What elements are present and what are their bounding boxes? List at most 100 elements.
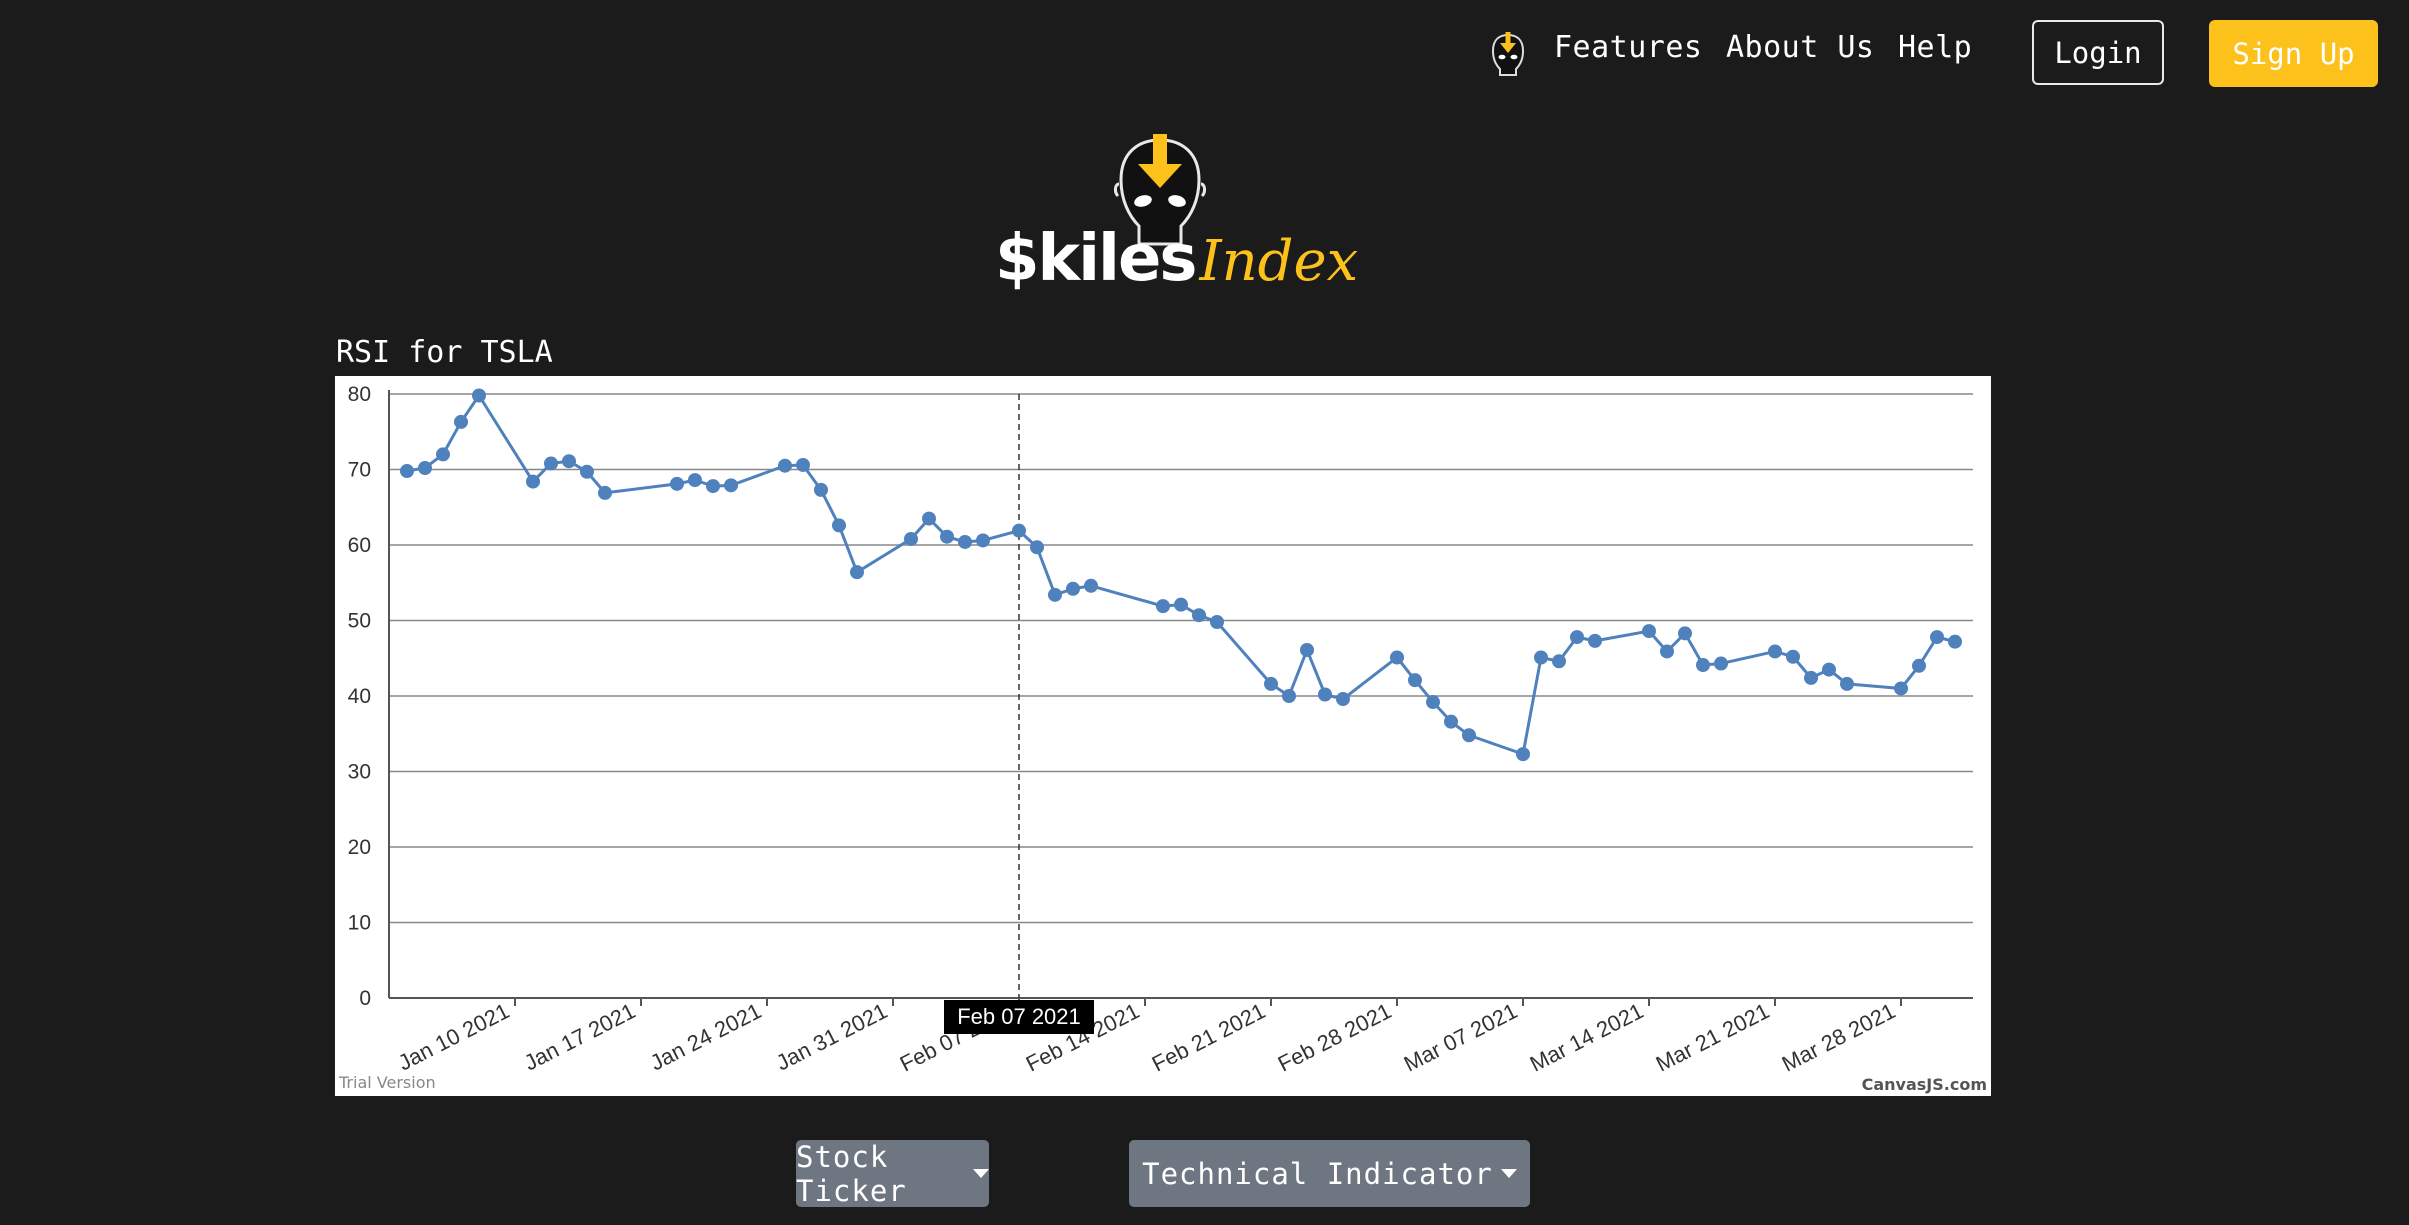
canvasjs-credit-link[interactable]: CanvasJS.com	[1862, 1075, 1987, 1094]
data-point[interactable]	[1012, 523, 1026, 538]
data-point[interactable]	[526, 474, 540, 489]
y-tick-label: 10	[348, 912, 371, 935]
data-point[interactable]	[400, 464, 414, 479]
data-point[interactable]	[544, 456, 558, 471]
data-point[interactable]	[1048, 587, 1062, 602]
data-point[interactable]	[1282, 689, 1296, 703]
caret-down-icon	[973, 1169, 989, 1178]
data-point[interactable]	[1840, 676, 1854, 691]
data-point[interactable]	[436, 447, 450, 462]
y-tick-label: 40	[348, 685, 371, 708]
data-point[interactable]	[1516, 747, 1530, 762]
data-point[interactable]	[1030, 540, 1044, 555]
data-point[interactable]	[1912, 658, 1926, 673]
data-point[interactable]	[1552, 654, 1566, 669]
data-point[interactable]	[1588, 633, 1602, 648]
crosshair-label: Feb 07 2021	[957, 1004, 1081, 1029]
data-point[interactable]	[850, 565, 864, 580]
data-point[interactable]	[1084, 578, 1098, 593]
avatar-logo-icon[interactable]	[1486, 29, 1530, 79]
stock-ticker-dropdown[interactable]: Stock Ticker	[796, 1139, 989, 1208]
y-tick-label: 80	[348, 383, 371, 406]
data-point[interactable]	[1408, 673, 1422, 688]
x-tick-label: Feb 21 2021	[1148, 998, 1269, 1076]
data-point[interactable]	[706, 479, 720, 494]
data-point[interactable]	[796, 457, 810, 472]
data-point[interactable]	[940, 529, 954, 544]
technical-indicator-dropdown[interactable]: Technical Indicator	[1129, 1140, 1530, 1207]
stock-ticker-label: Stock Ticker	[796, 1139, 907, 1208]
x-tick-label: Mar 28 2021	[1778, 998, 1899, 1076]
chart-container[interactable]: 0 10 20 30 40 50 60 70 80 Jan 10 2021 Jan 17 2021 J…	[335, 376, 1991, 1096]
rsi-series-line	[406, 394, 1956, 756]
data-point[interactable]	[1336, 692, 1350, 707]
data-point[interactable]	[1174, 597, 1188, 612]
y-tick-label: 0	[359, 987, 371, 1010]
data-point[interactable]	[1768, 644, 1782, 659]
data-point[interactable]	[1714, 656, 1728, 671]
logo-sub-text: Index	[1199, 229, 1359, 294]
data-point[interactable]	[1300, 642, 1314, 657]
data-point[interactable]	[1948, 634, 1962, 649]
data-point[interactable]	[1210, 615, 1224, 630]
nav-link-features[interactable]: Features	[1554, 30, 1703, 65]
trial-version-label: Trial Version	[339, 1073, 436, 1092]
data-point[interactable]	[1318, 687, 1332, 702]
data-point[interactable]	[1534, 650, 1548, 665]
data-point[interactable]	[454, 414, 468, 429]
data-point[interactable]	[778, 458, 792, 473]
data-point[interactable]	[904, 531, 918, 546]
x-tick-label: Jan 24 2021	[646, 998, 765, 1075]
data-point[interactable]	[1444, 714, 1458, 729]
logo-wordmark: $kilesIndex	[995, 222, 1358, 302]
y-tick-label: 20	[348, 836, 371, 859]
x-tick-label: Mar 14 2021	[1526, 998, 1647, 1076]
data-point[interactable]	[724, 478, 738, 493]
data-point[interactable]	[814, 482, 828, 497]
x-tick-label: Feb 28 2021	[1274, 998, 1395, 1076]
data-point[interactable]	[976, 533, 990, 548]
data-point[interactable]	[1822, 662, 1836, 677]
data-point[interactable]	[418, 460, 432, 475]
data-point[interactable]	[688, 473, 702, 488]
data-point[interactable]	[1264, 676, 1278, 691]
data-point[interactable]	[1696, 658, 1710, 673]
data-point[interactable]	[832, 518, 846, 533]
data-point[interactable]	[1066, 581, 1080, 596]
chart-title: RSI for TSLA	[336, 335, 553, 370]
data-point[interactable]	[1192, 608, 1206, 623]
data-point[interactable]	[1660, 644, 1674, 659]
rsi-line-chart[interactable]: 01020304050607080Jan 10 2021 Jan 17 2021 J…	[335, 376, 1991, 1096]
page: Features About Us Help Login Sign Up $ki…	[0, 0, 2409, 1225]
data-point[interactable]	[1570, 630, 1584, 645]
data-point[interactable]	[1804, 670, 1818, 685]
data-point[interactable]	[1462, 728, 1476, 743]
y-tick-label: 70	[348, 459, 371, 482]
x-tick-label: Jan 10 2021	[394, 998, 513, 1075]
sign-up-button[interactable]: Sign Up	[2209, 20, 2378, 87]
data-point[interactable]	[1786, 649, 1800, 664]
x-tick-label: Jan 31 2021	[772, 998, 891, 1075]
technical-indicator-label: Technical Indicator	[1142, 1156, 1493, 1191]
x-tick-label: Jan 17 2021	[520, 998, 639, 1075]
data-point[interactable]	[472, 388, 486, 403]
x-tick-label: Mar 21 2021	[1652, 998, 1773, 1076]
login-button[interactable]: Login	[2032, 20, 2164, 85]
data-point[interactable]	[1930, 630, 1944, 645]
nav-link-about-us[interactable]: About Us	[1726, 30, 1875, 65]
data-point[interactable]	[1642, 624, 1656, 639]
data-point[interactable]	[1390, 650, 1404, 665]
data-point[interactable]	[562, 454, 576, 469]
data-point[interactable]	[670, 476, 684, 491]
data-point[interactable]	[922, 511, 936, 526]
data-point[interactable]	[1426, 695, 1440, 710]
data-point[interactable]	[580, 464, 594, 479]
data-point[interactable]	[598, 485, 612, 500]
data-point[interactable]	[1156, 599, 1170, 614]
data-point[interactable]	[1894, 681, 1908, 696]
data-point[interactable]	[958, 534, 972, 549]
logo-main-text: $kiles	[995, 222, 1197, 296]
data-point[interactable]	[1678, 626, 1692, 641]
nav-link-help[interactable]: Help	[1898, 30, 1972, 65]
y-tick-label: 50	[348, 610, 371, 633]
